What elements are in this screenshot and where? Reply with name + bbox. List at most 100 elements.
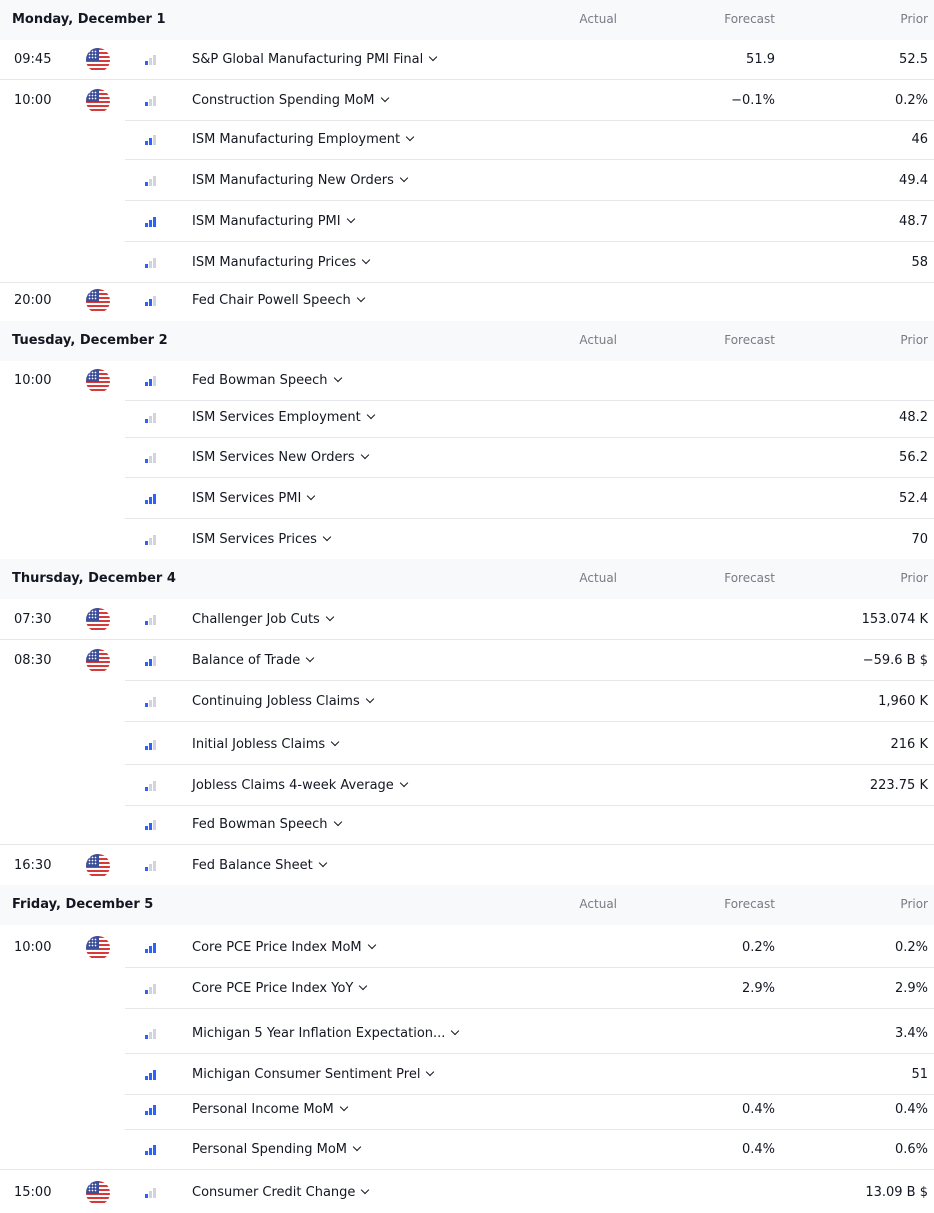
- event-name[interactable]: Fed Chair Powell Speech: [192, 293, 365, 308]
- chevron-down-icon[interactable]: [322, 532, 332, 542]
- importance-bar: [153, 176, 156, 186]
- importance-bar: [149, 864, 152, 871]
- event-row[interactable]: Initial Jobless Claims 216 K: [0, 725, 934, 765]
- event-name-label: Initial Jobless Claims: [192, 737, 326, 752]
- event-name[interactable]: Michigan 5 Year Inflation Expectation...: [192, 1026, 460, 1041]
- event-name[interactable]: ISM Services New Orders: [192, 450, 369, 465]
- event-row[interactable]: Michigan Consumer Sentiment Prel 51: [0, 1055, 934, 1095]
- chevron-down-icon[interactable]: [365, 694, 374, 704]
- chevron-down-icon[interactable]: [305, 653, 315, 663]
- event-row[interactable]: 07:30 Challenger Job Cuts 153.074 K: [0, 600, 934, 640]
- event-name[interactable]: Initial Jobless Claims: [192, 737, 340, 752]
- event-row[interactable]: 16:30 Fed Balance Sheet: [0, 846, 934, 886]
- event-row[interactable]: Jobless Claims 4-week Average 223.75 K: [0, 766, 934, 806]
- event-name[interactable]: Continuing Jobless Claims: [192, 694, 374, 709]
- chevron-down-icon[interactable]: [318, 858, 327, 868]
- event-name[interactable]: Jobless Claims 4-week Average: [192, 778, 409, 793]
- event-row[interactable]: 10:00 Core PCE Price Index MoM 0.2% 0.2%: [0, 928, 934, 968]
- event-name[interactable]: ISM Services Employment: [192, 410, 376, 425]
- importance-bar: [149, 58, 152, 65]
- event-row[interactable]: Core PCE Price Index YoY 2.9% 2.9%: [0, 969, 934, 1009]
- event-name[interactable]: Challenger Job Cuts: [192, 612, 335, 627]
- event-row[interactable]: ISM Manufacturing Prices 58: [0, 243, 934, 283]
- chevron-down-icon[interactable]: [352, 1142, 362, 1152]
- event-name[interactable]: Core PCE Price Index MoM: [192, 940, 376, 955]
- chevron-down-icon[interactable]: [399, 778, 409, 788]
- event-name[interactable]: Personal Spending MoM: [192, 1142, 362, 1157]
- event-name[interactable]: ISM Manufacturing New Orders: [192, 173, 409, 188]
- importance-bar: [153, 217, 156, 227]
- event-name[interactable]: Consumer Credit Change: [192, 1185, 370, 1200]
- chevron-down-icon[interactable]: [333, 373, 342, 383]
- event-row[interactable]: ISM Services New Orders 56.2: [0, 438, 934, 478]
- event-row[interactable]: 15:00 Consumer Credit Change 13.09 B $: [0, 1173, 934, 1213]
- flag-canton: [86, 369, 99, 382]
- chevron-down-icon[interactable]: [325, 612, 335, 622]
- chevron-down-icon[interactable]: [367, 940, 376, 950]
- event-row[interactable]: 10:00 Construction Spending MoM −0.1% 0.2%: [0, 81, 934, 121]
- us-flag-icon: [86, 369, 110, 393]
- event-name[interactable]: Balance of Trade: [192, 653, 315, 668]
- chevron-down-icon[interactable]: [359, 981, 368, 991]
- importance-icon: [145, 257, 157, 268]
- column-header-forecast: Forecast: [724, 571, 775, 585]
- event-name[interactable]: Construction Spending MoM: [192, 93, 389, 108]
- event-row[interactable]: ISM Services Prices 70: [0, 520, 934, 560]
- event-name-label: ISM Services Employment: [192, 410, 361, 425]
- chevron-down-icon[interactable]: [361, 255, 371, 265]
- event-name[interactable]: ISM Manufacturing Prices: [192, 255, 371, 270]
- event-row[interactable]: ISM Services Employment 48.2: [0, 398, 934, 438]
- event-row[interactable]: Personal Spending MoM 0.4% 0.6%: [0, 1130, 934, 1170]
- event-row[interactable]: 20:00 Fed Chair Powell Speech: [0, 281, 934, 321]
- chevron-down-icon[interactable]: [451, 1026, 460, 1036]
- chevron-down-icon[interactable]: [346, 214, 355, 224]
- prior-value: 49.4: [899, 173, 928, 188]
- event-name[interactable]: Personal Income MoM: [192, 1102, 348, 1117]
- event-row[interactable]: Michigan 5 Year Inflation Expectation...…: [0, 1014, 934, 1054]
- chevron-down-icon[interactable]: [428, 52, 438, 62]
- event-row[interactable]: Personal Income MoM 0.4% 0.4%: [0, 1090, 934, 1130]
- event-row[interactable]: Fed Bowman Speech: [0, 805, 934, 845]
- event-name[interactable]: ISM Manufacturing PMI: [192, 214, 355, 229]
- event-row[interactable]: ISM Manufacturing Employment 46: [0, 120, 934, 160]
- chevron-down-icon[interactable]: [339, 1102, 348, 1112]
- chevron-down-icon[interactable]: [360, 450, 369, 460]
- event-name[interactable]: ISM Services Prices: [192, 532, 332, 547]
- event-name[interactable]: Fed Balance Sheet: [192, 858, 327, 873]
- importance-bar: [153, 535, 156, 545]
- chevron-down-icon[interactable]: [330, 737, 340, 747]
- chevron-down-icon[interactable]: [307, 491, 316, 501]
- event-name[interactable]: Core PCE Price Index YoY: [192, 981, 368, 996]
- event-name[interactable]: ISM Services PMI: [192, 491, 316, 506]
- flag-canton: [86, 89, 99, 102]
- chevron-down-icon[interactable]: [366, 410, 376, 420]
- importance-bar: [149, 138, 152, 145]
- importance-bar: [153, 697, 156, 707]
- importance-icon: [145, 534, 157, 545]
- event-name[interactable]: ISM Manufacturing Employment: [192, 132, 415, 147]
- importance-icon: [145, 1069, 157, 1080]
- event-name[interactable]: S&P Global Manufacturing PMI Final: [192, 52, 438, 67]
- chevron-down-icon[interactable]: [405, 132, 415, 142]
- chevron-down-icon[interactable]: [333, 817, 342, 827]
- us-flag-icon: [86, 89, 110, 113]
- importance-bar: [153, 453, 156, 463]
- chevron-down-icon[interactable]: [361, 1185, 370, 1195]
- event-row[interactable]: Continuing Jobless Claims 1,960 K: [0, 682, 934, 722]
- importance-icon: [145, 452, 157, 463]
- event-row[interactable]: ISM Manufacturing PMI 48.7: [0, 202, 934, 242]
- chevron-down-icon[interactable]: [399, 173, 409, 183]
- event-name[interactable]: Fed Bowman Speech: [192, 817, 342, 832]
- event-row[interactable]: ISM Services PMI 52.4: [0, 479, 934, 519]
- event-row[interactable]: ISM Manufacturing New Orders 49.4: [0, 161, 934, 201]
- event-name[interactable]: Michigan Consumer Sentiment Prel: [192, 1067, 435, 1082]
- event-row[interactable]: 10:00 Fed Bowman Speech: [0, 361, 934, 401]
- chevron-down-icon[interactable]: [426, 1067, 435, 1077]
- event-row[interactable]: 09:45 S&P Global Manufacturing PMI Final 5…: [0, 40, 934, 80]
- event-name-label: ISM Manufacturing Prices: [192, 255, 357, 270]
- event-row[interactable]: 08:30 Balance of Trade −59.6 B $: [0, 641, 934, 681]
- importance-bar: [153, 376, 156, 386]
- event-name[interactable]: Fed Bowman Speech: [192, 373, 342, 388]
- chevron-down-icon[interactable]: [356, 293, 365, 303]
- chevron-down-icon[interactable]: [380, 93, 389, 103]
